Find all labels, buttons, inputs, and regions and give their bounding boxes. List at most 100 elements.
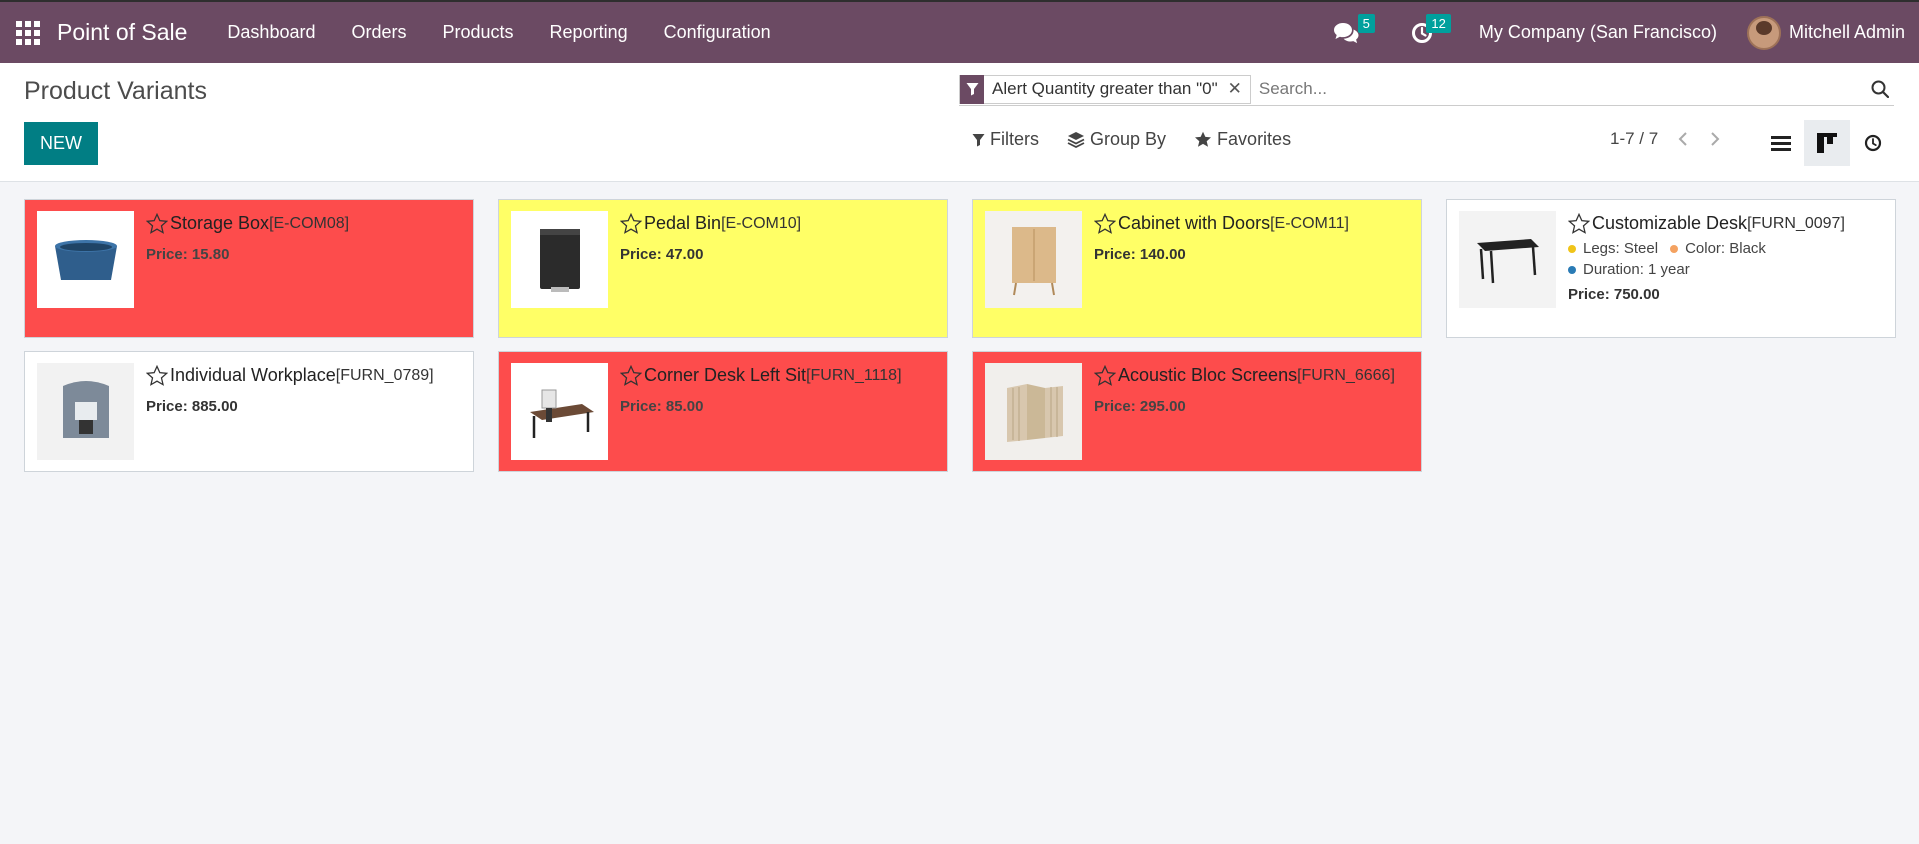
activity-view-clock-icon[interactable] [1850,120,1896,166]
pager-next-chevron-right-icon[interactable] [1708,131,1722,147]
product-card[interactable]: Acoustic Bloc Screens [FURN_6666] Price: … [972,351,1422,472]
product-image-storage-box [37,211,134,308]
view-switcher [1758,120,1896,166]
new-button[interactable]: NEW [24,122,98,165]
control-panel: Product Variants NEW Alert Quantity grea… [0,63,1919,182]
menu-reporting[interactable]: Reporting [532,22,646,43]
price-label: Price: [1568,286,1610,303]
search-options: Filters Group By Favorites [972,129,1319,150]
product-card[interactable]: Individual Workplace [FURN_0789] Price: 8… [24,351,474,472]
product-image-acoustic-screens [985,363,1082,460]
attribute-duration: Duration: 1 year [1568,261,1690,278]
navbar-systray: 5 12 My Company (San Francisco) Mitchell… [1331,2,1919,63]
product-card[interactable]: Pedal Bin [E-COM10] Price: 47.00 [498,199,948,338]
search-input[interactable] [1250,74,1866,104]
user-menu[interactable]: Mitchell Admin [1789,22,1905,43]
favorite-star-icon[interactable] [620,365,642,386]
favorites-label: Favorites [1217,129,1292,149]
product-ref: [E-COM10] [721,214,802,232]
filters-button[interactable]: Filters [972,129,1039,150]
app-menu-grid-icon[interactable] [16,20,40,45]
favorite-star-icon[interactable] [146,213,168,234]
product-card[interactable]: Corner Desk Left Sit [FURN_1118] Price: 8… [498,351,948,472]
layers-icon [1067,132,1085,148]
filters-label: Filters [990,129,1039,149]
price-value: 140.00 [1139,246,1186,263]
product-price: Price: 85.00 [620,398,902,415]
product-ref: [E-COM11] [1270,214,1349,232]
top-navbar: Point of Sale Dashboard Orders Products … [0,0,1919,63]
price-label: Price: [1094,246,1136,263]
favorite-star-icon[interactable] [146,365,168,386]
app-brand[interactable]: Point of Sale [57,19,187,46]
product-name: Cabinet with Doors [1118,213,1271,233]
facet-label: Alert Quantity greater than "0" [992,79,1218,98]
menu-products[interactable]: Products [425,22,532,43]
product-card[interactable]: Storage Box [E-COM08] Price: 15.80 [24,199,474,338]
facet-remove-icon[interactable]: ✕ [1228,79,1250,99]
favorites-button[interactable]: Favorites [1194,129,1291,150]
product-price: Price: 750.00 [1568,286,1845,303]
product-card[interactable]: Customizable Desk [FURN_0097] Legs: Steel… [1446,199,1896,338]
product-price: Price: 295.00 [1094,398,1395,415]
list-view-icon[interactable] [1758,120,1804,166]
price-value: 15.80 [191,246,230,263]
favorite-star-icon[interactable] [620,213,642,234]
pager: 1-7 / 7 [1610,129,1722,149]
product-name: Corner Desk Left Sit [644,365,807,385]
product-name: Individual Workplace [170,365,336,385]
price-value: 47.00 [665,246,704,263]
favorite-star-icon[interactable] [1094,365,1116,386]
group-by-button[interactable]: Group By [1067,129,1166,150]
pager-previous-chevron-left-icon[interactable] [1676,131,1690,147]
filter-icon [960,74,984,104]
product-name: Acoustic Bloc Screens [1118,365,1298,385]
product-ref: [FURN_0097] [1747,214,1845,232]
price-label: Price: [620,246,662,263]
variant-attributes: Legs: Steel Color: Black Duration: 1 yea… [1568,240,1845,278]
product-image-cabinet [985,211,1082,308]
product-price: Price: 140.00 [1094,246,1349,263]
price-value: 85.00 [665,398,704,415]
product-ref: [FURN_0789] [335,366,434,384]
menu-dashboard[interactable]: Dashboard [209,22,333,43]
price-label: Price: [146,246,188,263]
favorite-star-icon[interactable] [1568,213,1590,234]
product-ref: [FURN_1118] [806,366,902,384]
filter-icon [972,133,985,146]
pager-value[interactable]: 1-7 / 7 [1610,129,1658,149]
product-name: Pedal Bin [644,213,722,233]
page-title: Product Variants [24,77,207,105]
price-label: Price: [1094,398,1136,415]
attribute-color: Color: Black [1670,240,1766,257]
menu-configuration[interactable]: Configuration [646,22,789,43]
chat-bubbles-icon [1333,22,1359,43]
product-price: Price: 47.00 [620,246,801,263]
price-label: Price: [146,398,188,415]
product-image-corner-desk [511,363,608,460]
price-value: 750.00 [1613,286,1660,303]
star-icon [1195,131,1212,147]
kanban-view-icon[interactable] [1804,120,1850,166]
activities-count-badge: 12 [1426,13,1451,33]
product-image-desk [1459,211,1556,308]
company-switcher[interactable]: My Company (San Francisco) [1479,22,1717,43]
favorite-star-icon[interactable] [1094,213,1116,234]
product-ref: [FURN_6666] [1297,366,1395,384]
user-avatar[interactable] [1746,15,1781,50]
product-image-pedal-bin [511,211,608,308]
attribute-legs: Legs: Steel [1568,240,1658,257]
group-by-label: Group By [1090,129,1167,149]
product-price: Price: 885.00 [146,398,434,415]
messages-count-badge: 5 [1357,13,1375,33]
search-bar: Alert Quantity greater than "0" ✕ [959,73,1894,106]
product-name: Customizable Desk [1592,213,1748,233]
messages-button[interactable]: 5 [1331,13,1375,48]
activities-button[interactable]: 12 [1407,13,1451,48]
search-icon[interactable] [1866,75,1894,103]
price-value: 295.00 [1139,398,1186,415]
menu-orders[interactable]: Orders [333,22,424,43]
product-name: Storage Box [170,213,270,233]
product-image-workplace [37,363,134,460]
product-card[interactable]: Cabinet with Doors [E-COM11] Price: 140.0… [972,199,1422,338]
